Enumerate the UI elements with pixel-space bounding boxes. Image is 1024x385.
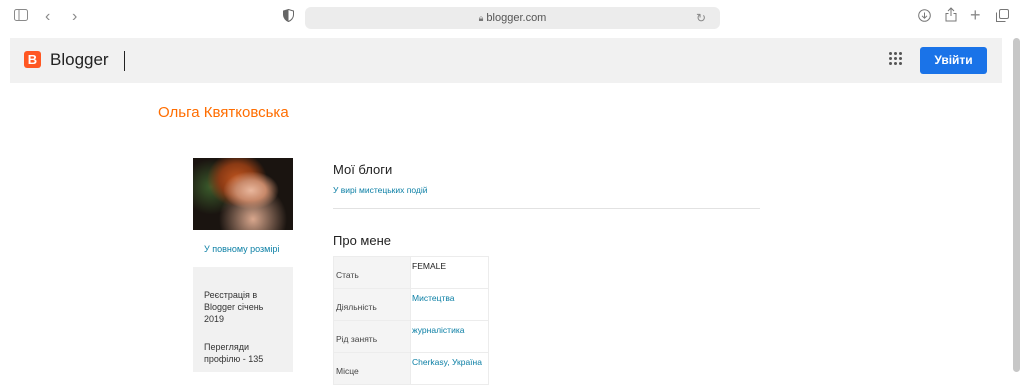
reload-icon[interactable]: ↻ xyxy=(696,7,706,29)
forward-icon[interactable]: › xyxy=(72,8,77,26)
profile-photo[interactable] xyxy=(193,158,293,230)
location-link[interactable]: Cherkasy, Україна xyxy=(410,352,489,385)
apps-grid-icon[interactable] xyxy=(889,52,903,66)
back-icon[interactable]: ‹ xyxy=(45,8,50,26)
about-table: Стать FEMALE Діяльність Мистецтва Рід за… xyxy=(333,256,489,385)
table-row: Місце Cherkasy, Україна xyxy=(333,352,489,385)
address-bar[interactable]: 🔒︎ blogger.com ↻ xyxy=(305,7,720,29)
occupation-label: Рід занять xyxy=(333,320,411,353)
new-tab-icon[interactable]: + xyxy=(970,6,981,24)
sign-in-button[interactable]: Увійти xyxy=(920,47,987,74)
table-row: Діяльність Мистецтва xyxy=(333,288,489,321)
lock-icon: 🔒︎ xyxy=(478,13,484,23)
url-text: blogger.com xyxy=(486,12,547,24)
registration-date: Реєстрація в Blogger січень 2019 xyxy=(204,290,264,324)
about-me-heading: Про мене xyxy=(333,233,391,248)
industry-link[interactable]: Мистецтва xyxy=(410,288,489,321)
section-divider xyxy=(333,208,760,209)
table-row: Рід занять журналістика xyxy=(333,320,489,353)
my-blogs-heading: Мої блоги xyxy=(333,162,393,177)
header-divider xyxy=(124,51,125,71)
sidebar-icon[interactable] xyxy=(14,8,28,26)
browser-toolbar: ‹ › 🔒︎ blogger.com ↻ + xyxy=(0,0,1024,36)
privacy-shield-icon[interactable] xyxy=(283,8,294,27)
fullsize-link[interactable]: У повному розмірі xyxy=(204,244,279,254)
profile-stats: Реєстрація в Blogger січень 2019 Перегля… xyxy=(193,267,293,372)
brand-name[interactable]: Blogger xyxy=(50,50,109,70)
blogger-logo-icon[interactable]: B xyxy=(24,51,41,68)
occupation-link[interactable]: журналістика xyxy=(410,320,489,353)
share-icon[interactable] xyxy=(945,7,957,27)
blogger-header: B Blogger Увійти xyxy=(10,38,1002,83)
location-label: Місце xyxy=(333,352,411,385)
profile-views: Перегляди профілю - 135 xyxy=(204,342,264,364)
gender-value: FEMALE xyxy=(410,256,489,289)
industry-label: Діяльність xyxy=(333,288,411,321)
profile-name: Ольга Квятковська xyxy=(158,104,289,121)
tabs-overview-icon[interactable] xyxy=(996,9,1009,27)
download-icon[interactable] xyxy=(918,9,931,27)
gender-label: Стать xyxy=(333,256,411,289)
page-scrollbar[interactable] xyxy=(1013,38,1020,372)
table-row: Стать FEMALE xyxy=(333,256,489,289)
blog-link[interactable]: У вирі мистецьких подій xyxy=(333,185,427,195)
